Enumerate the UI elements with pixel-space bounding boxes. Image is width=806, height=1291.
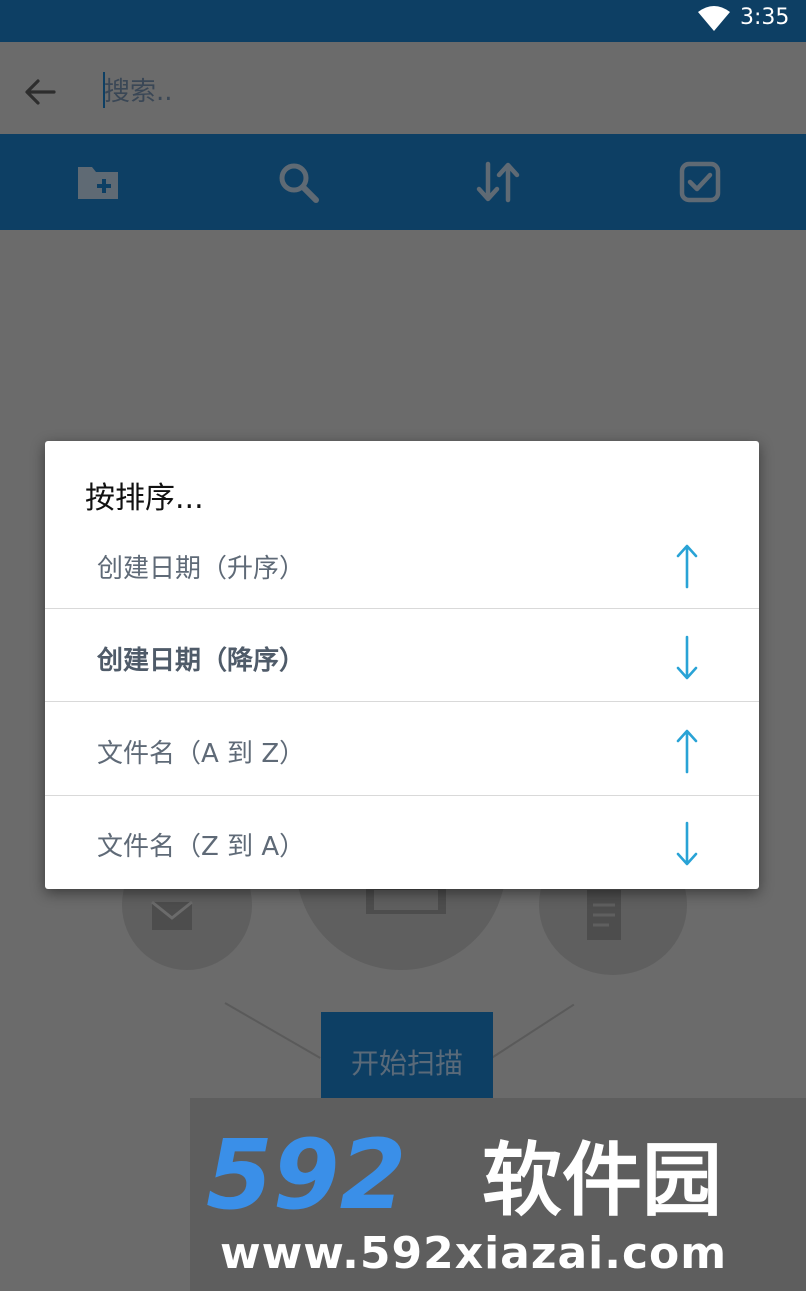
add-folder-icon <box>78 167 118 199</box>
status-time: 3:35 <box>740 5 790 30</box>
watermark-logo: 592 软件园 <box>206 1119 722 1228</box>
sort-option-label: 文件名（A 到 Z） <box>97 738 306 769</box>
sort-option-name-az[interactable]: 文件名（A 到 Z） <box>45 704 759 798</box>
sort-option-created-desc[interactable]: 创建日期（降序） <box>45 611 759 705</box>
search-input[interactable] <box>104 70 754 114</box>
divider <box>45 795 759 796</box>
divider <box>45 608 759 609</box>
svg-text:软件园: 软件园 <box>482 1134 722 1227</box>
search-icon <box>279 163 319 203</box>
select-all-button[interactable] <box>672 156 728 208</box>
sort-option-label: 创建日期（降序） <box>97 645 306 676</box>
svg-text:592: 592 <box>206 1119 406 1228</box>
status-bar: 3:35 <box>0 0 806 42</box>
arrow-up-icon <box>676 544 698 589</box>
sort-option-label: 文件名（Z 到 A） <box>97 831 306 862</box>
watermark: 592 软件园 www.592xiazai.com <box>190 1098 806 1291</box>
watermark-url: www.592xiazai.com <box>220 1228 728 1279</box>
arrow-down-icon <box>676 635 698 680</box>
select-all-icon <box>679 161 721 203</box>
divider <box>45 701 759 702</box>
arrow-down-icon <box>676 821 698 866</box>
sort-option-label: 创建日期（升序） <box>97 553 306 584</box>
sort-icon <box>476 161 520 203</box>
arrow-up-icon <box>676 729 698 774</box>
search-button[interactable] <box>270 156 326 208</box>
start-scan-button[interactable]: 开始扫描 <box>321 1012 493 1102</box>
sort-dialog: 按排序... 创建日期（升序） 创建日期（降序） 文件名（A 到 Z） 文件名（… <box>45 441 759 889</box>
sort-button[interactable] <box>470 156 526 208</box>
search-bar <box>0 42 806 138</box>
dialog-title: 按排序... <box>85 481 204 516</box>
action-toolbar <box>0 134 806 230</box>
wifi-icon <box>698 6 730 31</box>
sort-option-name-za[interactable]: 文件名（Z 到 A） <box>45 797 759 891</box>
sort-option-created-asc[interactable]: 创建日期（升序） <box>45 519 759 613</box>
add-folder-button[interactable] <box>70 156 126 208</box>
back-arrow-icon[interactable] <box>18 70 62 114</box>
